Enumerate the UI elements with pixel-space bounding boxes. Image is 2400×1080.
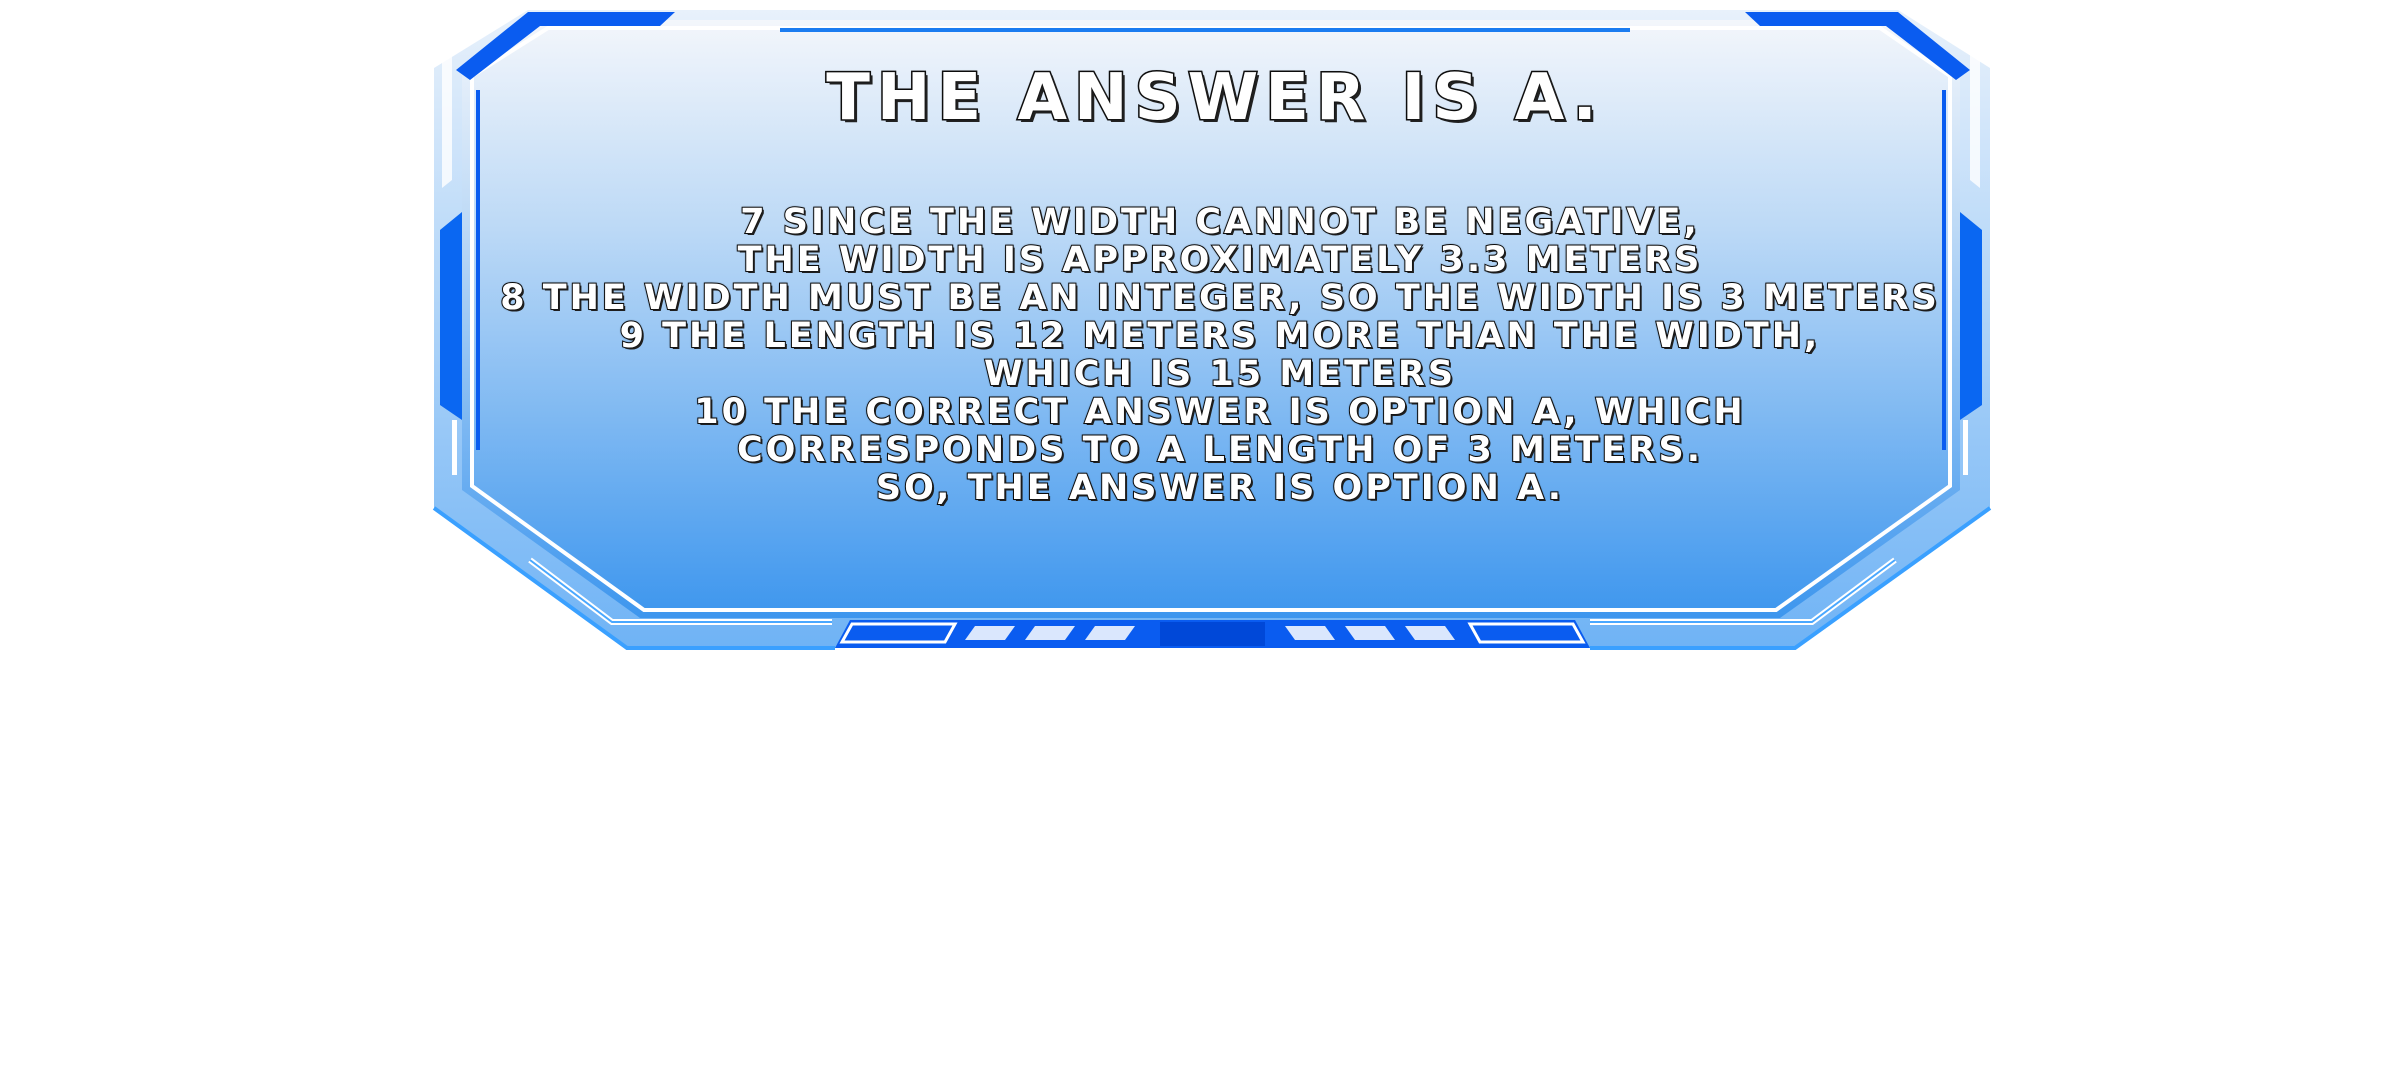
answer-panel: THE ANSWER IS A. 7 SINCE THE WIDTH CANNO… [0, 0, 2400, 660]
explanation-line: 10 THE CORRECT ANSWER IS OPTION A, WHICH [693, 392, 1746, 432]
answer-title: THE ANSWER IS A. [825, 60, 1604, 137]
game-screen: THE ANSWER IS A. 7 SINCE THE WIDTH CANNO… [0, 0, 2400, 1080]
explanation-line: 7 SINCE THE WIDTH CANNOT BE NEGATIVE, [739, 202, 1700, 242]
explanation-line: WHICH IS 15 METERS [983, 354, 1457, 394]
explanation-line: CORRESPONDS TO A LENGTH OF 3 METERS. [736, 430, 1703, 470]
explanation-line: 9 THE LENGTH IS 12 METERS MORE THAN THE … [619, 316, 1821, 356]
explanation-line: 8 THE WIDTH MUST BE AN INTEGER, SO THE W… [499, 278, 1940, 318]
explanation-line: SO, THE ANSWER IS OPTION A. [875, 468, 1565, 508]
explanation-line: THE WIDTH IS APPROXIMATELY 3.3 METERS [737, 240, 1703, 280]
explanation-text: 7 SINCE THE WIDTH CANNOT BE NEGATIVE, TH… [440, 202, 2000, 508]
